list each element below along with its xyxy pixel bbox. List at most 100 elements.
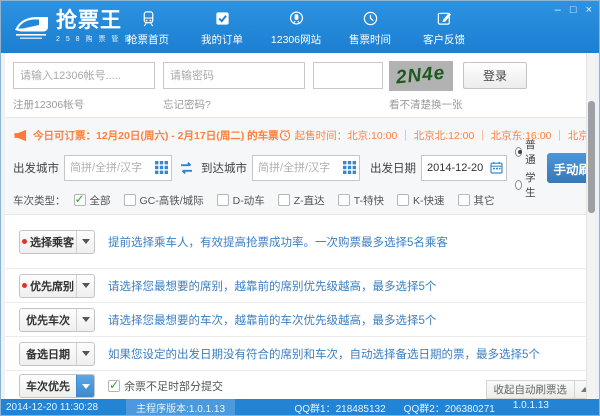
traintype-z[interactable]: Z-直达: [278, 193, 325, 208]
header-bar: – □ × 抢票王 2 5 8 购 票 管 家: [1, 1, 599, 53]
register-link[interactable]: 注册12306帐号: [13, 97, 84, 112]
notice-bar: 今日可订票：12月20日(周六) - 2月17日(周二) 的车票 起售时间：北京…: [13, 124, 583, 146]
train-type-label: 车次类型：: [13, 193, 66, 208]
chevron-down-icon: [82, 384, 90, 389]
calendar-icon[interactable]: [490, 161, 503, 174]
app-window: – □ × 抢票王 2 5 8 购 票 管 家: [0, 0, 600, 416]
from-city-label: 出发城市: [13, 160, 59, 176]
close-button[interactable]: ×: [586, 4, 592, 16]
train-front-icon: [140, 9, 157, 28]
checkbox-icon[interactable]: [397, 194, 409, 206]
nav-12306[interactable]: 12306网站: [267, 9, 325, 47]
required-dot: [22, 239, 27, 244]
nav-feedback[interactable]: 客户反馈: [415, 9, 473, 47]
depart-date-label: 出发日期: [370, 160, 416, 176]
button-label: 备选日期: [26, 346, 70, 362]
chevron-down-icon: [82, 317, 90, 322]
checkbox-icon[interactable]: [124, 194, 136, 206]
dropdown-arrow[interactable]: [76, 231, 94, 253]
checkbox-label: 其它: [474, 193, 495, 208]
megaphone-icon: [13, 129, 28, 142]
traintype-k[interactable]: K-快速: [397, 193, 445, 208]
city-grid-icon[interactable]: [343, 161, 356, 174]
button-label-wrap: 优先席别: [20, 275, 76, 297]
checkbox-icon[interactable]: [74, 194, 86, 206]
chevron-down-icon: [82, 351, 90, 356]
checkbox-icon[interactable]: [458, 194, 470, 206]
nav-orders[interactable]: 我的订单: [193, 9, 251, 47]
row-description: 请选择您最想要的席别，越靠前的席别优先级越高，最多选择5个: [108, 278, 436, 294]
checkbox-icon[interactable]: [278, 194, 290, 206]
swap-cities-icon[interactable]: [178, 161, 195, 175]
clock-icon: [362, 9, 379, 28]
radio-icon[interactable]: [515, 147, 522, 157]
train-logo-icon: [14, 12, 50, 42]
nav-home-label: 抢票首页: [127, 32, 169, 47]
window-right-border: [595, 53, 599, 399]
traintype-gc[interactable]: GC-高铁/城际: [124, 193, 204, 208]
status-version-2: 1.0.1.13: [513, 400, 549, 415]
row-description: 提前选择乘车人，有效提高抢票成功率。一次购票最多选择5名乘客: [108, 234, 448, 250]
captcha-refresh-link[interactable]: 看不清楚换一张: [389, 97, 463, 112]
button-label-wrap: 选择乘客: [20, 231, 76, 253]
maximize-button[interactable]: □: [570, 4, 577, 16]
login-button[interactable]: 登录: [463, 62, 527, 89]
window-controls: – □ ×: [555, 4, 592, 16]
status-right-group: QQ群1：218485132 QQ群2：206380271 1.0.1.13: [295, 400, 550, 415]
checkbox-label: 全部: [90, 193, 111, 208]
select-value-label: 车次优先: [26, 378, 70, 394]
priority-mode-select[interactable]: 车次优先: [19, 374, 95, 398]
select-value: 车次优先: [20, 375, 76, 397]
required-dot: [22, 283, 27, 288]
row-priority-seat: 优先席别 请选择您最想要的席别，越靠前的席别优先级越高，最多选择5个: [5, 269, 587, 303]
captcha-image[interactable]: 2N4e: [389, 61, 453, 91]
12306-site-icon: [288, 9, 305, 28]
status-datetime: 2014-12-20 11:30:28: [6, 402, 98, 413]
radio-normal[interactable]: 普通: [515, 137, 539, 167]
priority-train-button[interactable]: 优先车次: [19, 308, 95, 332]
button-label-wrap: 优先车次: [20, 309, 76, 331]
search-row: 出发城市 到达城市 出发日期: [13, 152, 585, 184]
collapse-auto-options-button[interactable]: 收起自动刷票选: [486, 380, 596, 399]
partial-submit-checkbox[interactable]: 余票不足时部分提交: [108, 378, 223, 394]
checkbox-label: D-动车: [233, 193, 265, 208]
captcha-input[interactable]: [313, 62, 383, 89]
dropdown-arrow[interactable]: [76, 275, 94, 297]
select-arrow[interactable]: [76, 375, 94, 397]
account-input[interactable]: [13, 62, 155, 89]
radio-icon[interactable]: [515, 180, 522, 190]
checkbox-label: 余票不足时部分提交: [124, 378, 223, 394]
minimize-button[interactable]: –: [555, 4, 561, 16]
password-input[interactable]: [163, 62, 305, 89]
bookable-dates-text: 今日可订票：12月20日(周六) - 2月17日(周二) 的车票: [33, 128, 279, 143]
search-panel: 今日可订票：12月20日(周六) - 2月17日(周二) 的车票 起售时间：北京…: [5, 117, 587, 215]
traintype-t[interactable]: T-特快: [338, 193, 384, 208]
dropdown-arrow[interactable]: [76, 309, 94, 331]
nav-home[interactable]: 抢票首页: [119, 9, 177, 47]
depart-date-wrap: [421, 155, 507, 181]
forgot-password-link[interactable]: 忘记密码?: [163, 97, 211, 112]
traintype-d[interactable]: D-动车: [217, 193, 265, 208]
button-label: 优先车次: [26, 312, 70, 328]
checkbox-label: K-快速: [413, 193, 445, 208]
traintype-other[interactable]: 其它: [458, 193, 495, 208]
main-nav: 抢票首页 我的订单 12306网站 售票时间: [119, 9, 473, 47]
qq-group-2: QQ群2：206380271: [404, 400, 495, 415]
dropdown-arrow[interactable]: [76, 343, 94, 365]
select-passenger-button[interactable]: 选择乘客: [19, 230, 95, 254]
traintype-all[interactable]: 全部: [74, 193, 111, 208]
chevron-down-icon: [82, 283, 90, 288]
alternate-dates-button[interactable]: 备选日期: [19, 342, 95, 366]
vertical-scrollbar[interactable]: [586, 53, 595, 399]
checkbox-label: T-特快: [354, 193, 384, 208]
checkbox-icon[interactable]: [217, 194, 229, 206]
checkbox-icon[interactable]: [338, 194, 350, 206]
nav-feedback-label: 客户反馈: [423, 32, 465, 47]
nav-sale-time[interactable]: 售票时间: [341, 9, 399, 47]
to-city-wrap: [252, 155, 360, 181]
priority-seat-button[interactable]: 优先席别: [19, 274, 95, 298]
scrollbar-thumb[interactable]: [588, 101, 595, 213]
checkbox-icon[interactable]: [108, 380, 120, 392]
city-grid-icon[interactable]: [155, 161, 168, 174]
to-city-label: 到达城市: [201, 160, 247, 176]
